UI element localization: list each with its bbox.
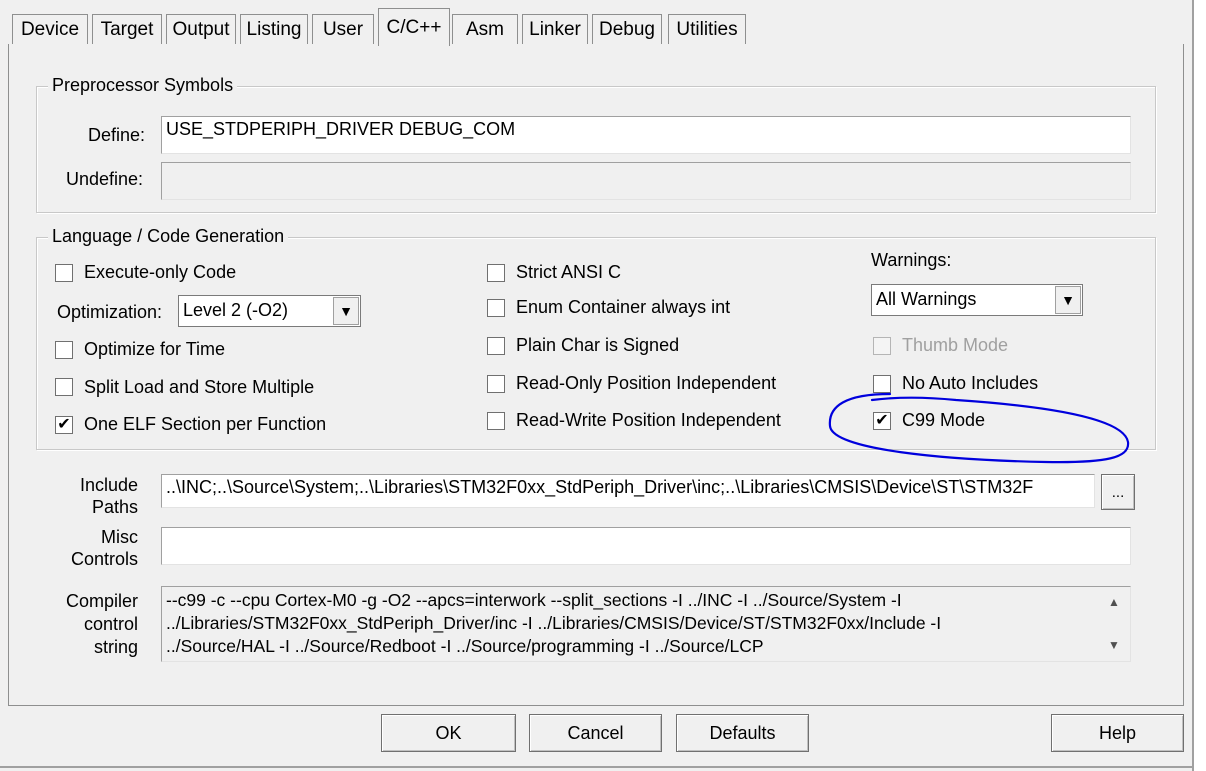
include-paths-label-line1: Include (79, 475, 138, 495)
tab-cpp[interactable]: C/C++ (378, 8, 450, 46)
warnings-label: Warnings: (871, 250, 952, 270)
tab-linker[interactable]: Linker (522, 14, 588, 44)
preprocessor-group-title: Preprocessor Symbols (48, 75, 238, 96)
warnings-select[interactable]: All Warnings ▼ (871, 284, 1083, 316)
misc-controls-label-line1: Misc (101, 527, 138, 547)
c99-mode-label: C99 Mode (902, 410, 986, 430)
chevron-down-icon[interactable]: ▼ (333, 297, 359, 325)
scroll-down-icon[interactable]: ▼ (1108, 638, 1120, 652)
rw-position-label: Read-Write Position Independent (516, 410, 781, 430)
check-icon: ✔ (57, 416, 71, 433)
compiler-string-box[interactable]: --c99 -c --cpu Cortex-M0 -g -O2 --apcs=i… (161, 586, 1131, 662)
check-icon: ✔ (875, 412, 889, 429)
language-group-title: Language / Code Generation (48, 226, 289, 247)
ro-position-label: Read-Only Position Independent (516, 373, 777, 393)
no-auto-includes-label: No Auto Includes (902, 373, 1039, 393)
enum-container-label: Enum Container always int (516, 297, 731, 317)
optimization-value: Level 2 (-O2) (183, 300, 289, 320)
thumb-mode-checkbox[interactable] (873, 337, 891, 355)
plain-char-label: Plain Char is Signed (516, 335, 680, 355)
tab-asm[interactable]: Asm (452, 14, 518, 44)
include-paths-input[interactable]: ..\INC;..\Source\System;..\Libraries\STM… (161, 474, 1095, 508)
chevron-down-icon[interactable]: ▼ (1055, 286, 1081, 314)
cancel-button[interactable]: Cancel (529, 714, 662, 752)
background-strip (1194, 0, 1206, 771)
one-elf-label: One ELF Section per Function (84, 414, 327, 434)
execute-only-label: Execute-only Code (84, 262, 237, 282)
optimize-time-label: Optimize for Time (84, 339, 226, 359)
no-auto-includes-checkbox[interactable] (873, 375, 891, 393)
split-load-label: Split Load and Store Multiple (84, 377, 315, 397)
thumb-mode-label: Thumb Mode (902, 335, 1009, 355)
rw-position-checkbox[interactable] (487, 412, 505, 430)
compiler-string-label-line3: string (93, 637, 138, 657)
tab-device[interactable]: Device (12, 14, 88, 44)
help-button[interactable]: Help (1051, 714, 1184, 752)
strict-ansi-label: Strict ANSI C (516, 262, 622, 282)
compiler-string-label: Compiler control string (56, 590, 138, 659)
c99-mode-checkbox[interactable]: ✔ (873, 412, 891, 430)
compiler-string-line: ../Source/HAL -I ../Source/Redboot -I ..… (166, 636, 764, 656)
define-label: Define: (88, 125, 146, 145)
scroll-up-icon[interactable]: ▲ (1108, 595, 1120, 609)
optimization-select[interactable]: Level 2 (-O2) ▼ (178, 295, 361, 327)
misc-controls-input[interactable] (161, 527, 1131, 565)
undefine-input[interactable] (161, 162, 1131, 200)
misc-controls-label-line2: Controls (70, 549, 138, 569)
compiler-string-label-line2: control (83, 614, 138, 634)
compiler-string-line: ../Libraries/STM32F0xx_StdPeriph_Driver/… (166, 613, 942, 633)
include-paths-label: Include Paths (60, 474, 138, 518)
tab-target[interactable]: Target (92, 14, 162, 44)
enum-container-checkbox[interactable] (487, 299, 505, 317)
split-load-checkbox[interactable] (55, 378, 73, 396)
tab-listing[interactable]: Listing (240, 14, 308, 44)
tab-debug[interactable]: Debug (592, 14, 662, 44)
tab-output[interactable]: Output (166, 14, 236, 44)
ok-button[interactable]: OK (381, 714, 516, 752)
execute-only-checkbox[interactable] (55, 264, 73, 282)
compiler-string-label-line1: Compiler (65, 591, 138, 611)
undefine-label: Undefine: (66, 169, 144, 189)
compiler-string-line: --c99 -c --cpu Cortex-M0 -g -O2 --apcs=i… (166, 590, 902, 610)
misc-controls-label: Misc Controls (60, 526, 138, 570)
browse-include-paths-button[interactable]: ... (1101, 474, 1135, 510)
define-input[interactable]: USE_STDPERIPH_DRIVER DEBUG_COM (161, 116, 1131, 154)
warnings-value: All Warnings (876, 289, 977, 309)
ro-position-checkbox[interactable] (487, 375, 505, 393)
include-paths-label-line2: Paths (91, 497, 138, 517)
optimization-label: Optimization: (57, 302, 163, 322)
optimize-time-checkbox[interactable] (55, 341, 73, 359)
tab-utilities[interactable]: Utilities (668, 14, 746, 44)
plain-char-checkbox[interactable] (487, 337, 505, 355)
one-elf-checkbox[interactable]: ✔ (55, 416, 73, 434)
defaults-button[interactable]: Defaults (676, 714, 809, 752)
tab-user[interactable]: User (312, 14, 374, 44)
strict-ansi-checkbox[interactable] (487, 264, 505, 282)
window-edge-bottom (0, 766, 1194, 768)
